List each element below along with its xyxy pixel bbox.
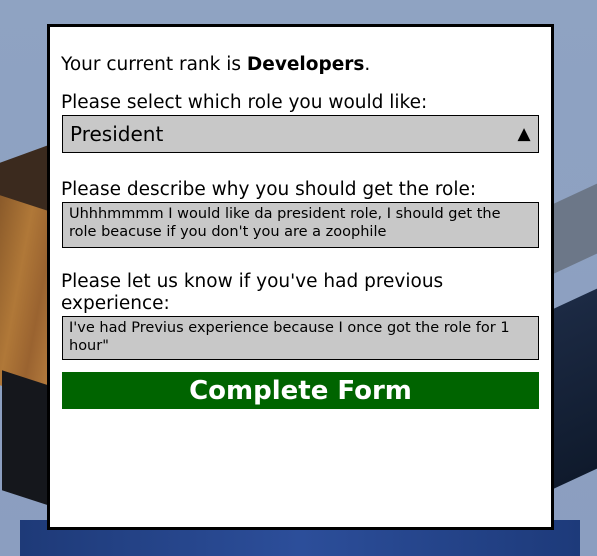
rank-prefix: Your current rank is — [61, 54, 247, 75]
role-dropdown[interactable]: President ▲ — [62, 115, 539, 153]
role-select-label: Please select which role you would like: — [61, 92, 428, 113]
experience-label: Please let us know if you've had previou… — [61, 271, 444, 314]
reason-textbox[interactable]: Uhhhmmmm I would like da president role,… — [62, 202, 539, 248]
experience-textbox[interactable]: I've had Previus experience because I on… — [62, 316, 539, 360]
complete-form-button[interactable]: Complete Form — [62, 372, 539, 409]
reason-label: Please describe why you should get the r… — [61, 179, 477, 200]
role-application-form: Your current rank is Developers. Please … — [47, 24, 554, 530]
current-rank-text: Your current rank is Developers. — [61, 54, 370, 75]
dark-blue-block — [548, 288, 597, 492]
rank-suffix: . — [364, 54, 371, 75]
role-dropdown-value: President — [70, 122, 164, 146]
triangle-up-icon[interactable]: ▲ — [510, 124, 538, 144]
rank-value: Developers — [246, 54, 365, 75]
